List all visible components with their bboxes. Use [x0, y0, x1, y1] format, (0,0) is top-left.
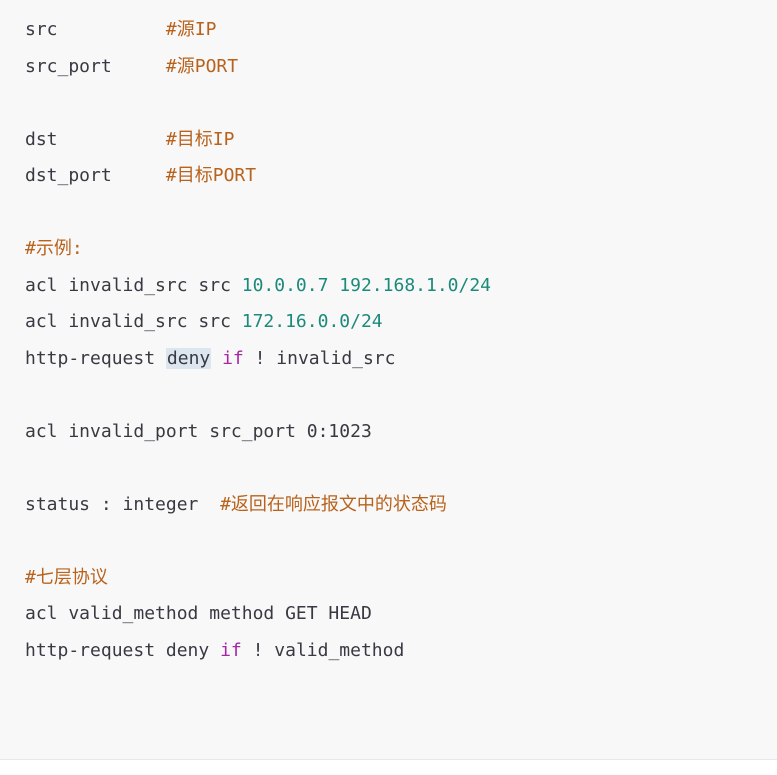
code-line: src_port #源PORT	[25, 50, 238, 84]
code-token-keyword: if	[220, 639, 242, 661]
code-line: dst #目标IP	[25, 123, 234, 157]
code-line: acl valid_method method GET HEAD	[25, 597, 372, 631]
code-line: src #源IP	[25, 13, 216, 47]
code-token-plain: dst	[25, 128, 166, 150]
code-line: acl invalid_src src 10.0.0.7 192.168.1.0…	[25, 269, 491, 303]
code-block: src #源IP src_port #源PORT dst #目标IP dst_port…	[0, 0, 777, 760]
code-token-plain: dst_port	[25, 165, 166, 186]
code-token-keyword: if	[222, 347, 244, 369]
code-token-number: 172.16.0.0/24	[241, 311, 383, 332]
code-line: #示例:	[25, 232, 83, 266]
code-line: http-request deny if ! invalid_src	[25, 342, 396, 376]
code-token-plain: http-request	[25, 347, 166, 369]
code-line: acl invalid_port src_port 0:1023	[25, 415, 372, 449]
code-token-plain: src_port	[25, 55, 166, 77]
code-token-number: 10.0.0.7	[241, 274, 329, 296]
code-token-plain: acl invalid_src src	[25, 311, 242, 332]
code-token-comment: #七层协议	[25, 566, 108, 588]
code-token-plain: acl invalid_src src	[25, 274, 242, 296]
code-line: #七层协议	[25, 561, 108, 595]
code-token-plain: acl invalid_port src_port 0:1023	[25, 420, 372, 442]
code-token-plain: ! invalid_src	[243, 347, 396, 369]
code-token-plain: http-request deny	[25, 639, 221, 661]
code-line: status : integer #返回在响应报文中的状态码	[25, 488, 447, 522]
code-token-number: 192.168.1.0/24	[339, 274, 492, 296]
code-token-comment: #目标IP	[165, 128, 235, 150]
code-token-comment: #源IP	[165, 19, 217, 40]
code-line: http-request deny if ! valid_method	[25, 634, 404, 668]
code-token-highlight: deny	[165, 347, 212, 369]
code-token-plain: src	[25, 19, 166, 40]
code-line: acl invalid_src src 172.16.0.0/24	[25, 305, 383, 339]
code-token-comment: #返回在响应报文中的状态码	[220, 493, 447, 515]
code-token-comment: #示例:	[25, 238, 83, 259]
code-token-comment: #目标PORT	[165, 165, 257, 186]
code-token-plain: status : integer	[25, 493, 221, 515]
code-line: dst_port #目标PORT	[25, 159, 256, 193]
code-token-plain: acl valid_method method GET HEAD	[25, 603, 372, 624]
code-token-comment: #源PORT	[165, 55, 239, 77]
code-token-plain: ! valid_method	[241, 639, 405, 661]
